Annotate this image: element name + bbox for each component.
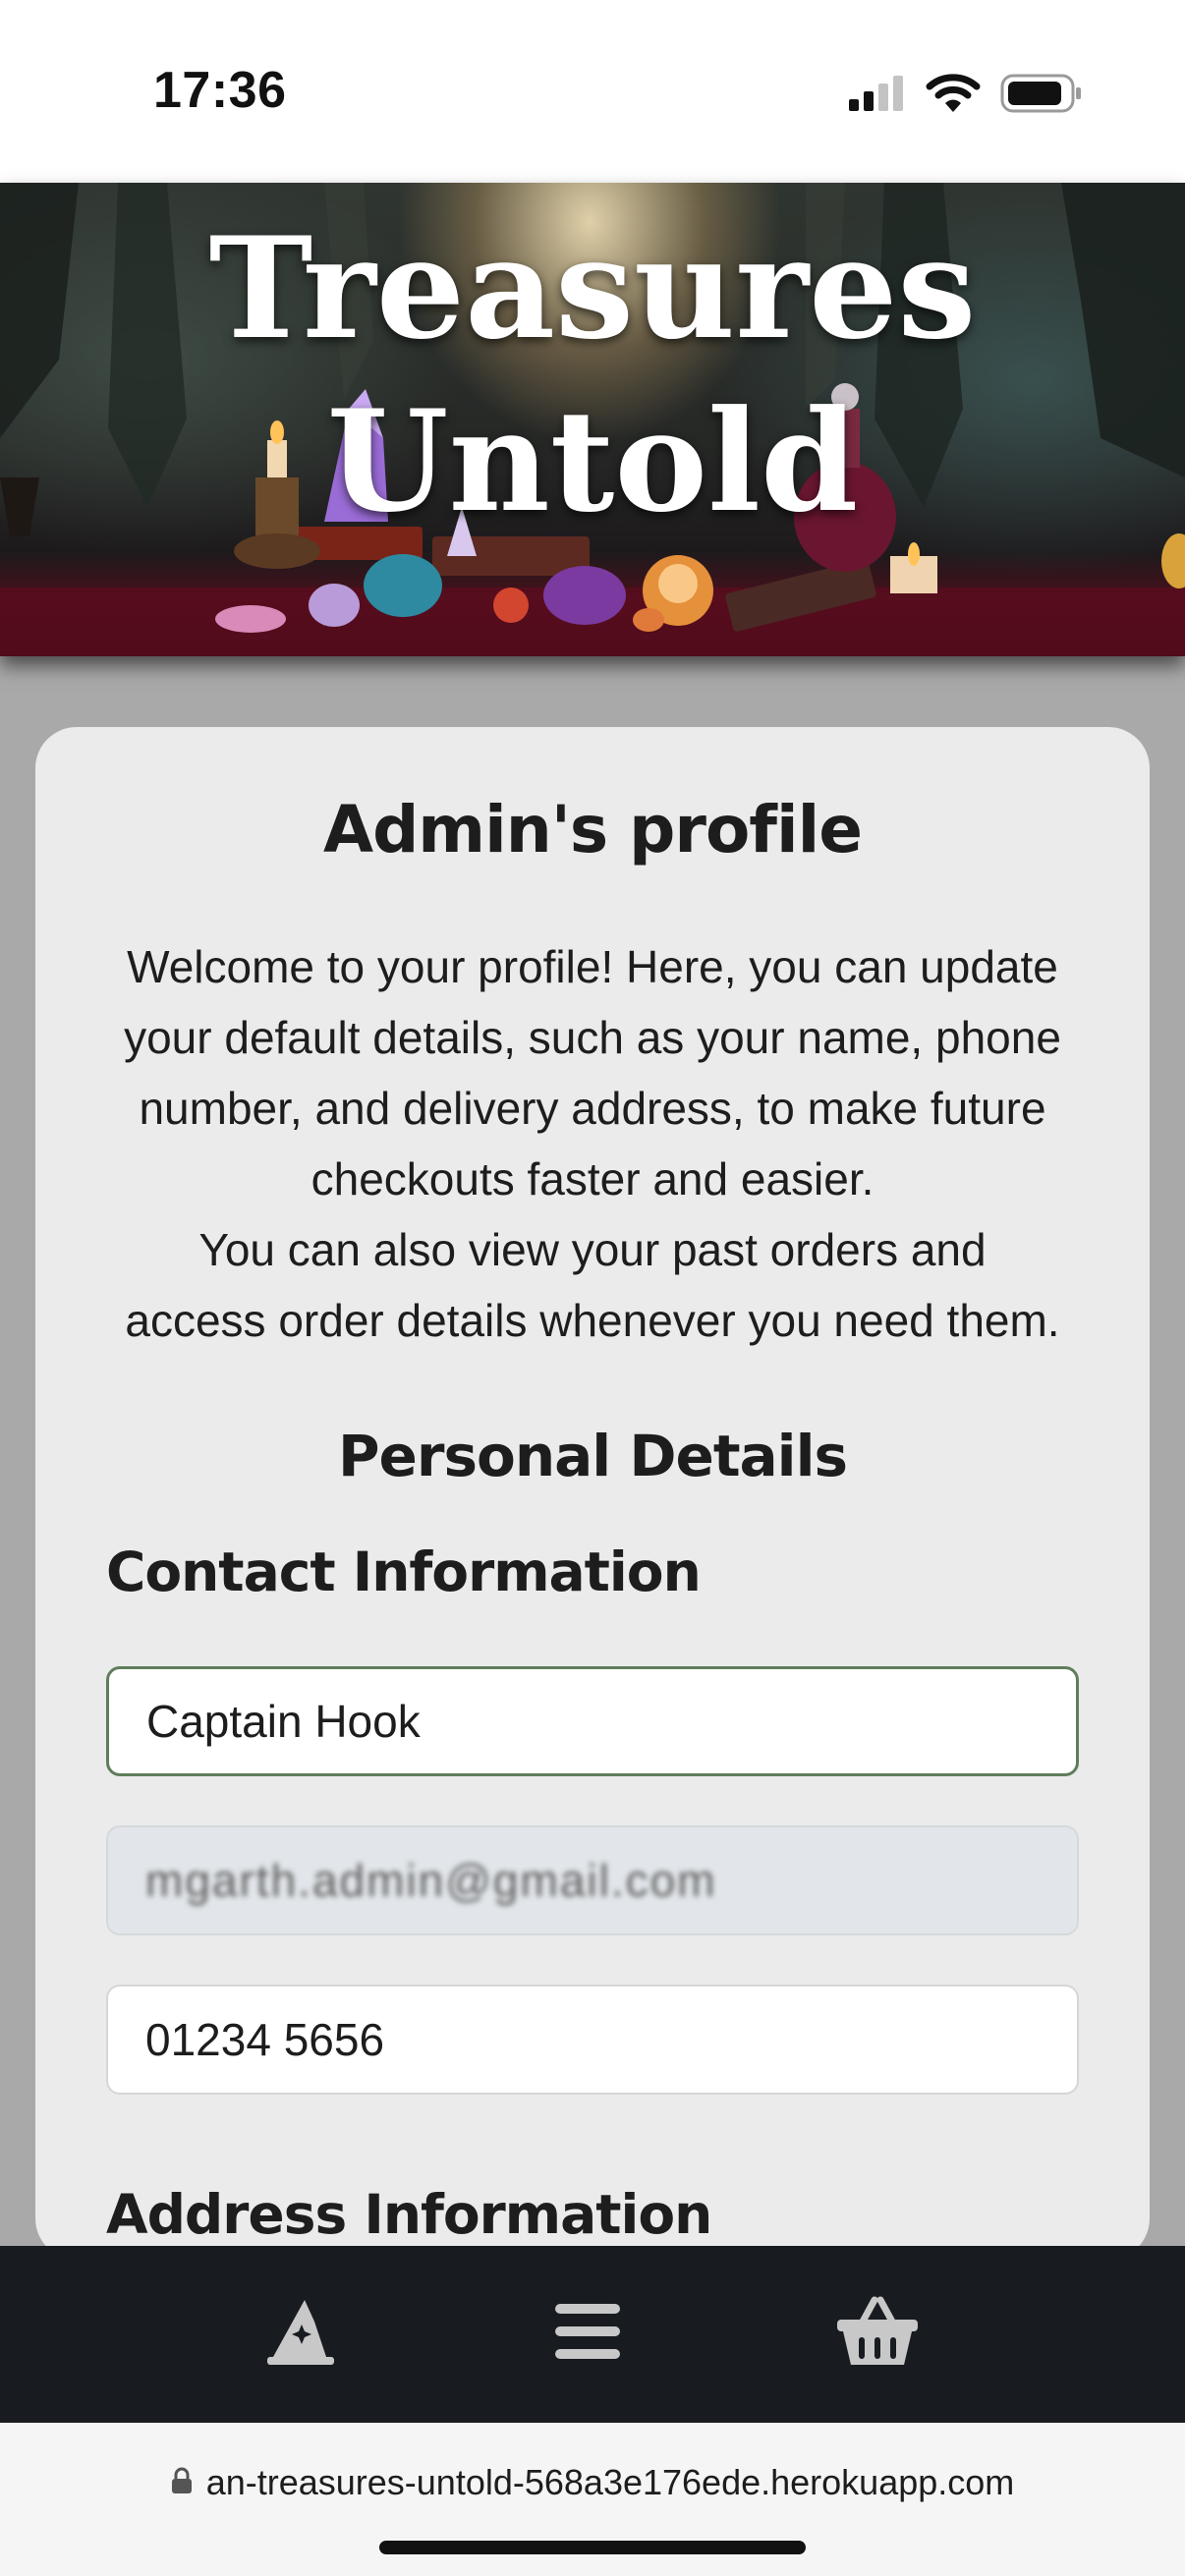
battery-icon (1000, 73, 1083, 118)
address-information-title: Address Information (106, 2183, 712, 2246)
wifi-icon (926, 73, 981, 118)
menu-button[interactable] (538, 2289, 637, 2378)
hero-banner: Treasures Untold (0, 183, 1185, 656)
full-name-input[interactable]: Captain Hook (106, 1666, 1079, 1776)
bottom-nav (0, 2246, 1185, 2423)
account-button[interactable] (252, 2289, 350, 2378)
intro-line: Welcome to your profile! Here, you can u… (127, 941, 1058, 992)
intro-line: checkouts faster and easier. (310, 1153, 875, 1204)
intro-line: number, and delivery address, to make fu… (139, 1083, 1046, 1134)
basket-icon (835, 2294, 920, 2373)
intro-line: access order details whenever you need t… (125, 1295, 1060, 1346)
status-icons (847, 73, 1083, 118)
cellular-signal-icon (847, 74, 906, 117)
profile-intro: Welcome to your profile! Here, you can u… (75, 931, 1110, 1356)
email-value: mgarth.admin@gmail.com (145, 1855, 717, 1906)
site-title[interactable]: Treasures Untold (0, 202, 1185, 548)
profile-title: Admin's profile (322, 792, 863, 868)
url-text[interactable]: an-treasures-untold-568a3e176ede.herokua… (206, 2462, 1015, 2503)
phone-number-value: 01234 5656 (145, 2014, 385, 2065)
menu-icon (553, 2300, 622, 2367)
phone-number-input[interactable]: 01234 5656 (106, 1985, 1079, 2095)
full-name-value: Captain Hook (146, 1696, 421, 1747)
email-field: mgarth.admin@gmail.com (106, 1825, 1079, 1935)
profile-card: Admin's profile Welcome to your profile!… (35, 727, 1150, 2260)
contact-information-title: Contact Information (106, 1540, 702, 1603)
home-indicator (379, 2541, 806, 2554)
intro-line: You can also view your past orders and (198, 1224, 987, 1275)
site-title-line1: Treasures (208, 207, 977, 370)
basket-button[interactable] (828, 2289, 927, 2378)
personal-details-title: Personal Details (338, 1423, 848, 1489)
lock-icon (171, 2467, 193, 2498)
site-title-line2: Untold (326, 380, 859, 543)
status-time: 17:36 (153, 62, 287, 119)
intro-line: your default details, such as your name,… (124, 1012, 1061, 1063)
wizard-hat-icon (261, 2292, 340, 2375)
url-row: an-treasures-untold-568a3e176ede.herokua… (0, 2462, 1185, 2503)
status-bar: 17:36 (0, 0, 1185, 183)
